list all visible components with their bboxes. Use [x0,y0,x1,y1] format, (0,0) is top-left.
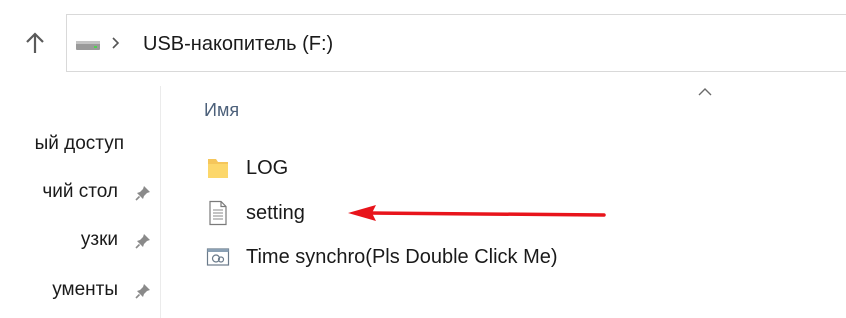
file-row-log[interactable]: LOG [200,150,680,186]
pane-divider[interactable] [160,86,161,318]
breadcrumb-drive[interactable]: USB-накопитель (F:) [143,31,333,57]
nav-item-label: ументы [52,279,118,300]
nav-item-quick-access[interactable]: ый доступ [0,128,160,160]
nav-item-downloads[interactable]: узки [0,224,160,256]
file-row-time-synchro[interactable]: Time synchro(Pls Double Click Me) [200,239,680,275]
navigation-pane: ый доступ чий стол узки ументы [0,86,160,318]
address-bar-row: USB-накопитель (F:) [0,0,846,86]
annotation-arrow-icon [348,205,606,221]
nav-item-documents[interactable]: ументы [0,274,160,306]
file-name: Time synchro(Pls Double Click Me) [246,246,558,268]
nav-item-desktop[interactable]: чий стол [0,176,160,208]
nav-item-label: ый доступ [34,133,124,154]
file-explorer-window: USB-накопитель (F:) ый доступ чий стол у… [0,0,846,318]
nav-item-label: узки [80,229,118,250]
arrow-up-icon [26,32,44,53]
breadcrumb-chevron-icon[interactable] [109,33,123,53]
sort-ascending-icon [698,88,712,96]
pin-icon [135,284,150,299]
address-bar[interactable]: USB-накопитель (F:) [66,14,846,72]
text-document-icon [209,200,227,226]
pin-icon [135,186,150,201]
usb-drive-icon [76,41,100,50]
nav-item-label: чий стол [42,181,118,202]
file-name: setting [246,202,305,224]
pin-icon [135,234,150,249]
file-name: LOG [246,157,289,179]
up-button[interactable] [20,28,50,58]
folder-icon [208,159,228,178]
column-header-name[interactable]: Имя [204,98,239,122]
shortcut-icon [206,248,230,266]
